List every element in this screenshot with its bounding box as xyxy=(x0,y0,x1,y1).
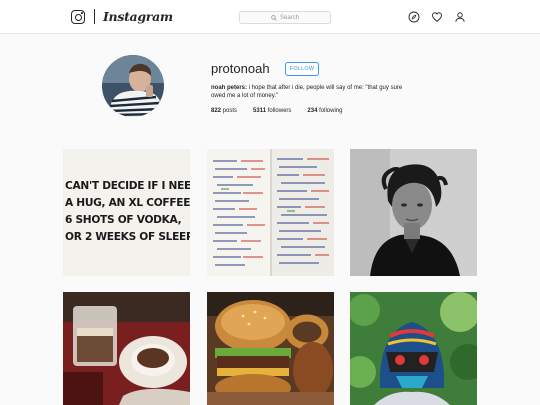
followers-label: followers xyxy=(267,108,292,114)
following-count: 234 xyxy=(307,108,318,114)
heart-icon[interactable] xyxy=(431,11,443,23)
search-input[interactable]: Search xyxy=(239,11,331,24)
post-quote-line: A HUG, AN XL COFFEE, xyxy=(65,197,190,209)
instagram-wordmark[interactable]: Instagram xyxy=(103,9,173,24)
profile-display-name: noah peters: xyxy=(211,85,248,91)
compass-icon[interactable] xyxy=(408,11,420,23)
post-thumbnail[interactable] xyxy=(350,292,477,405)
posts-label: posts xyxy=(222,108,238,114)
following-label: following xyxy=(319,108,343,114)
logo-divider xyxy=(94,9,95,24)
follow-button[interactable]: FOLLOW xyxy=(285,62,319,76)
post-quote-line: 6 SHOTS OF VODKA, xyxy=(65,214,182,226)
profile-avatar[interactable] xyxy=(102,55,164,117)
post-quote-line: CAN'T DECIDE IF I NEED xyxy=(65,180,190,192)
search-icon xyxy=(271,14,277,21)
posts-count: 822 xyxy=(211,108,222,114)
post-thumbnail[interactable] xyxy=(207,292,334,405)
post-thumbnail[interactable] xyxy=(63,292,190,405)
following-stat[interactable]: 234 following xyxy=(307,108,342,114)
top-navigation-bar: Instagram Search xyxy=(0,0,540,34)
post-quote-line: OR 2 WEEKS OF SLEEP. xyxy=(65,231,190,243)
profile-bio: noah peters: i hope that after i die, pe… xyxy=(211,84,411,100)
post-thumbnail[interactable]: CAN'T DECIDE IF I NEED A HUG, AN XL COFF… xyxy=(63,149,190,276)
profile-username: protonoah xyxy=(211,61,270,76)
profile-stats: 822 posts 5311 followers 234 following xyxy=(211,108,358,114)
followers-stat[interactable]: 5311 followers xyxy=(253,108,291,114)
post-thumbnail[interactable] xyxy=(350,149,477,276)
posts-stat[interactable]: 822 posts xyxy=(211,108,237,114)
brand-logo[interactable]: Instagram xyxy=(71,9,173,24)
search-placeholder: Search xyxy=(279,14,299,21)
post-thumbnail[interactable] xyxy=(207,149,334,276)
followers-count: 5311 xyxy=(253,108,267,114)
person-icon[interactable] xyxy=(454,11,466,23)
post-quote-text: CAN'T DECIDE IF I NEED A HUG, AN XL COFF… xyxy=(63,178,190,246)
instagram-camera-icon[interactable] xyxy=(71,9,85,24)
